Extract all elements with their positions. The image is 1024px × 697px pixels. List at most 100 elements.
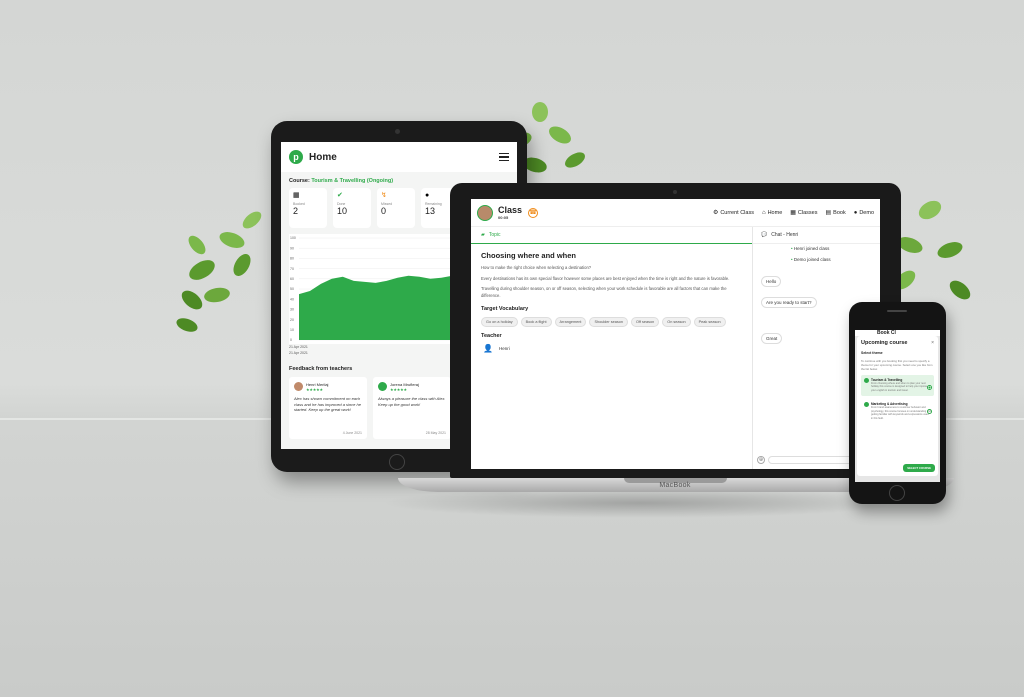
system-message: Demo joined class <box>793 256 831 262</box>
upcoming-course-modal: Upcoming course × Select theme To contin… <box>857 336 938 476</box>
chat-bubble: Hello <box>761 275 782 287</box>
nav-demo[interactable]: ● Demo <box>854 210 874 216</box>
chat-bubble: Are you ready to start? <box>761 296 817 308</box>
vocab-chip[interactable]: Shoulder season <box>589 316 628 327</box>
stat-value: 2 <box>293 206 299 216</box>
chart-y-tick-label: 80 <box>290 257 294 261</box>
feedback-card[interactable]: Jorena Mrufleraj ★★★★★ Always a pleasure… <box>373 377 451 439</box>
app-logo-icon[interactable]: p <box>289 150 303 164</box>
course-label: Course: <box>289 178 310 184</box>
nav-book[interactable]: ▤ Book <box>825 209 846 217</box>
chat-icon: 💬 <box>761 232 768 238</box>
teacher-avatar <box>378 382 387 391</box>
laptop-brand-label: MacBook <box>659 482 691 489</box>
hamburger-menu-icon[interactable] <box>499 153 509 161</box>
check-circle-icon: ✔ <box>337 192 343 199</box>
course-name[interactable]: Tourism & Travelling (Ongoing) <box>311 178 393 184</box>
chart-y-tick-label: 30 <box>290 308 294 312</box>
nav-classes[interactable]: ▦ Classes <box>790 209 818 217</box>
hang-up-icon[interactable]: ☎ <box>528 207 539 218</box>
theme-option-marketing[interactable]: Marketing & Advertising From brand aware… <box>861 399 934 424</box>
stat-card-done[interactable]: ✔ Done 10 <box>333 188 371 228</box>
close-icon[interactable]: × <box>931 340 934 346</box>
teacher-name: Henri <box>498 345 510 351</box>
stat-card-missed[interactable]: ↯ Missed 0 <box>377 188 415 228</box>
top-nav: ⚙ Current Class ⌂ Home ▦ Classes ▤ Book … <box>713 209 874 217</box>
status-dot-icon: • <box>791 256 793 262</box>
nav-label: Current Class <box>720 209 754 216</box>
vocab-chip[interactable]: Peak season <box>693 316 726 327</box>
chart-y-tick-label: 60 <box>290 277 294 281</box>
radio-icon[interactable] <box>927 408 932 414</box>
phone-speaker <box>887 310 907 312</box>
attach-icon[interactable]: ⊕ <box>757 455 765 464</box>
nav-current-class[interactable]: ⚙ Current Class <box>713 209 754 217</box>
stat-value: 0 <box>381 206 387 216</box>
class-header: Class 00:05 ☎ ⚙ Current Class ⌂ Home ▦ C… <box>471 199 880 227</box>
tablet-header: p Home <box>281 142 517 172</box>
select-course-button[interactable]: SELECT COURSE <box>903 464 935 472</box>
teacher-row: 👤 Henri <box>481 344 742 353</box>
theme-option-tourism[interactable]: Tourism & Travelling From choosing where… <box>861 374 934 396</box>
class-timer: 00:05 <box>498 214 509 220</box>
vocab-chip[interactable]: Book a flight <box>520 316 552 327</box>
vocab-chip[interactable]: Arrangement <box>554 316 587 327</box>
stat-card-booked[interactable]: ▦ Booked 2 <box>289 188 327 228</box>
vocab-title: Target Vocabulary <box>481 305 529 312</box>
vocab-chips: Go on a holiday Book a flight Arrangemen… <box>481 316 742 327</box>
tab-topic-label: Topic <box>488 232 501 238</box>
theme-icon <box>864 377 869 383</box>
feedback-card[interactable]: Henri Merilaj ★★★★★ Alex has shown commi… <box>289 377 367 439</box>
chat-system-messages: • Henri joined class • Demo joined class <box>753 244 880 266</box>
theme-icon <box>864 401 869 407</box>
feedback-message: Always a pleasure the class with Alex. K… <box>378 396 446 407</box>
modal-subtitle: Select theme <box>861 351 883 355</box>
topic-paragraph: How to make the right choice when select… <box>481 265 592 270</box>
laptop-camera <box>673 190 677 194</box>
rating-stars: ★★★★★ <box>390 387 407 392</box>
vocab-chip[interactable]: On season <box>662 316 691 327</box>
book-icon: ▤ <box>825 210 832 216</box>
class-title: Class <box>498 204 523 215</box>
chart-y-tick-label: 0 <box>290 338 292 342</box>
chart-y-tick-label: 90 <box>290 246 294 250</box>
vocab-chip[interactable]: Go on a holiday <box>481 316 518 327</box>
chart-y-tick-label: 20 <box>290 318 294 322</box>
chart-date-start: 21 Apr 2021 <box>289 345 308 349</box>
phone-device: Book Cl Upcoming course × Select theme T… <box>849 302 946 504</box>
teacher-title: Teacher <box>481 332 502 339</box>
rating-stars: ★★★★★ <box>306 387 323 392</box>
chart-y-tick-label: 50 <box>290 287 294 291</box>
folder-icon: ▰ <box>481 232 485 238</box>
more-dots-icon: ● <box>425 192 430 199</box>
phone-screen: Book Cl Upcoming course × Select theme T… <box>855 330 940 482</box>
chart-date-start-2: 21 Apr 2021 <box>289 351 308 355</box>
topic-paragraph: Travelling during shoulder season, on or… <box>481 286 727 299</box>
chat-title: Chat - Henri <box>771 232 799 238</box>
radio-selected-icon[interactable] <box>927 384 932 390</box>
vocab-chip[interactable]: Off season <box>630 316 660 327</box>
home-icon: ⌂ <box>761 209 766 216</box>
nav-home[interactable]: ⌂ Home <box>762 210 782 216</box>
class-title-block: Class 00:05 <box>498 204 523 220</box>
calendar-icon: ▦ <box>293 192 300 199</box>
theme-desc: From choosing where and when to plan you… <box>871 381 928 393</box>
stat-value: 10 <box>337 206 348 216</box>
nav-label: Classes <box>797 209 818 216</box>
teacher-avatar <box>294 382 303 391</box>
laptop-shadow <box>380 488 900 518</box>
phone-home-button <box>889 485 905 501</box>
missed-arrow-icon: ↯ <box>381 192 387 199</box>
status-dot-icon: • <box>791 246 793 251</box>
topic-title: Choosing where and when <box>481 251 577 260</box>
nav-label: Home <box>767 209 783 216</box>
calendar-icon: ▦ <box>790 210 796 216</box>
page-title: Home <box>309 151 337 163</box>
nav-label: Book <box>833 209 846 216</box>
topic-content: Choosing where and when How to make the … <box>471 244 752 360</box>
theme-desc: From brand awareness to customer behavio… <box>871 405 931 421</box>
teacher-avatar[interactable] <box>477 204 493 221</box>
chat-header: 💬 Chat - Henri <box>753 227 880 244</box>
nav-label: Demo <box>859 209 874 216</box>
tab-topic[interactable]: ▰ Topic <box>471 227 752 244</box>
